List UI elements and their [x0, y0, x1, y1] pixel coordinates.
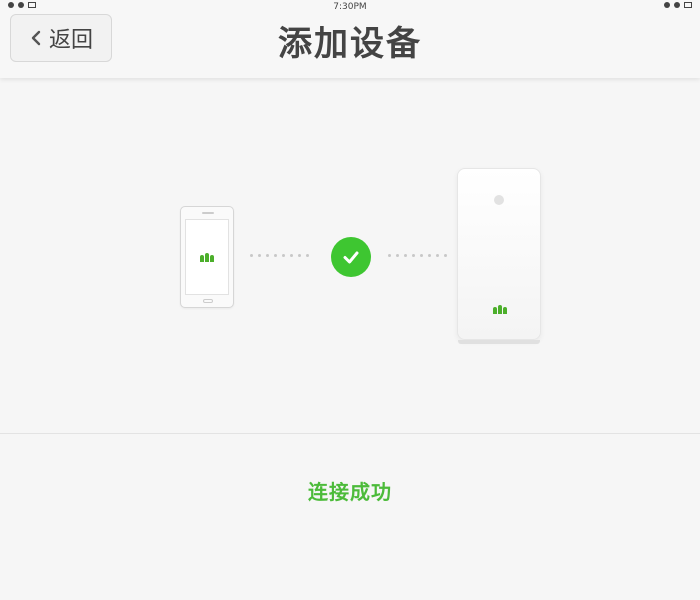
phone-screen [185, 219, 229, 295]
checkmark-icon [331, 237, 371, 277]
router-indicator-light [494, 195, 504, 205]
divider [0, 433, 700, 434]
signal-icon [674, 2, 680, 8]
router-icon [457, 168, 541, 340]
back-button[interactable]: 返回 [10, 14, 112, 62]
chevron-left-icon [31, 30, 41, 46]
router-base [458, 340, 540, 344]
app-logo-icon [200, 252, 214, 262]
phone-speaker [202, 212, 214, 214]
status-right-icons [664, 2, 692, 8]
battery-icon [684, 2, 692, 8]
connection-illustration [0, 78, 700, 434]
status-time: 7:30PM [333, 2, 367, 12]
phone-home-button [203, 299, 213, 303]
connection-dots-left [250, 254, 309, 257]
connection-status-message: 连接成功 [308, 480, 392, 504]
phone-icon [180, 206, 234, 308]
status-bar: 7:30PM [0, 0, 700, 14]
back-label: 返回 [48, 28, 93, 53]
wifi-icon [664, 2, 670, 8]
router-logo-icon [493, 305, 507, 314]
connection-dots-right [388, 254, 447, 257]
